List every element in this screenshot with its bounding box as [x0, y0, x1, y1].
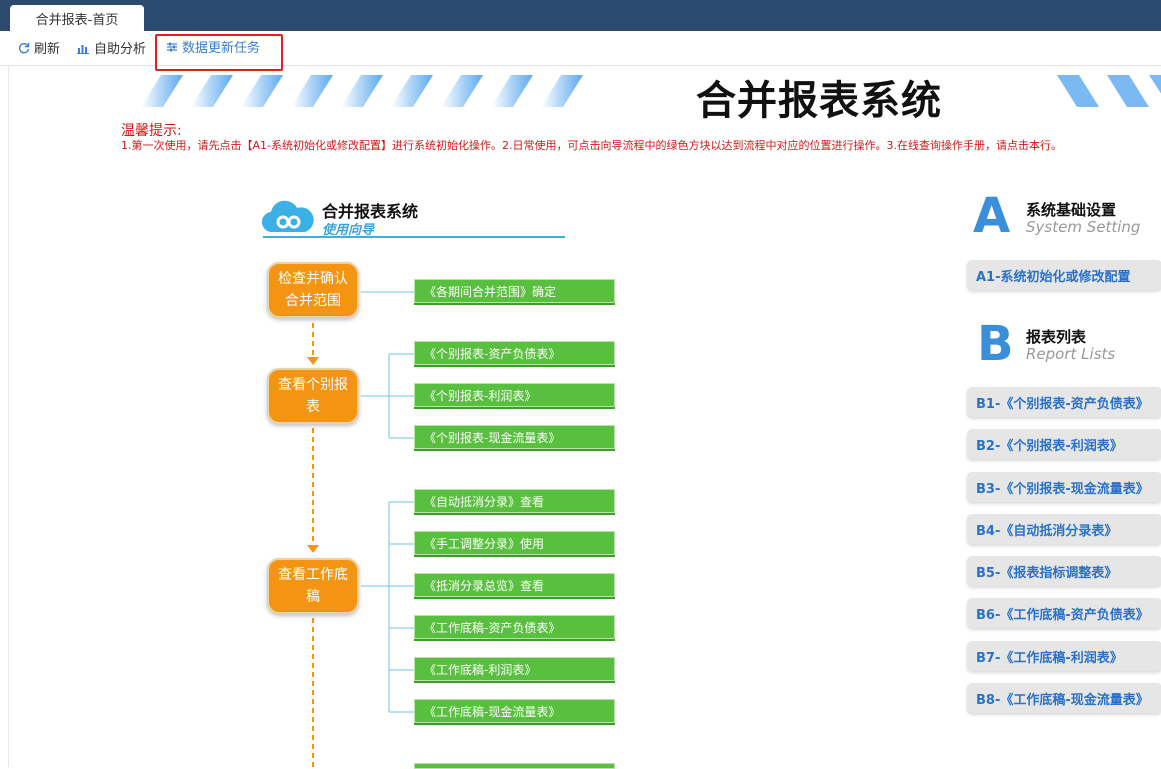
green-item-partial[interactable]: [414, 763, 615, 769]
green-item-individual-balance[interactable]: 《个别报表-资产负债表》: [414, 341, 615, 367]
green-item-label: 《个别报表-资产负债表》: [424, 346, 561, 361]
page-title: 合并报表系统: [696, 78, 942, 124]
green-item-scope[interactable]: 《各期间合并范围》确定: [414, 279, 615, 305]
top-bar: 合并报表-首页: [0, 0, 1161, 32]
section-a-letter: A: [973, 188, 1011, 244]
green-item-auto-elimination[interactable]: 《自动抵消分录》查看: [414, 489, 615, 515]
green-item-manual-adjustment[interactable]: 《手工调整分录》使用: [414, 531, 615, 557]
section-b-title: 报表列表: [1026, 328, 1087, 346]
green-item-label: 《抵消分录总览》查看: [424, 578, 545, 593]
green-item-label: 《各期间合并范围》确定: [424, 284, 557, 299]
green-item-label: 《个别报表-利润表》: [424, 388, 537, 403]
step-label: 查看个别报表: [278, 377, 348, 415]
self-analysis-button[interactable]: 自助分析: [77, 31, 146, 64]
link-label: B4-《自动抵消分录表》: [976, 523, 1118, 539]
link-b2[interactable]: B2-《个别报表-利润表》: [967, 429, 1161, 459]
link-label: B3-《个别报表-现金流量表》: [976, 481, 1149, 497]
tab-home[interactable]: 合并报表-首页: [10, 5, 144, 32]
refresh-icon: [18, 42, 30, 53]
link-label: B8-《工作底稿-现金流量表》: [976, 692, 1149, 708]
link-a1-init-config[interactable]: A1-系统初始化或修改配置: [967, 260, 1161, 290]
link-label: A1-系统初始化或修改配置: [976, 269, 1131, 285]
link-label: B7-《工作底稿-利润表》: [976, 650, 1123, 666]
section-b-letter: B: [977, 316, 1014, 372]
main-content: 合并报表系统 温馨提示: 1.第一次使用，请先点击【A1-系统初始化或修改配置】…: [8, 66, 1161, 769]
link-b3[interactable]: B3-《个别报表-现金流量表》: [967, 472, 1161, 502]
green-item-individual-profit[interactable]: 《个别报表-利润表》: [414, 383, 615, 409]
step-view-worksheet[interactable]: 查看工作底稿: [267, 558, 359, 614]
refresh-button[interactable]: 刷新: [18, 31, 60, 64]
link-b6[interactable]: B6-《工作底稿-资产负债表》: [967, 598, 1161, 628]
green-item-label: 《手工调整分录》使用: [424, 536, 545, 551]
tab-label: 合并报表-首页: [35, 13, 119, 28]
refresh-label: 刷新: [34, 42, 61, 57]
green-item-individual-cashflow[interactable]: 《个别报表-现金流量表》: [414, 425, 615, 451]
decorative-stripes-right: [1057, 75, 1161, 107]
section-a-title: 系统基础设置: [1026, 201, 1117, 219]
link-b8[interactable]: B8-《工作底稿-现金流量表》: [967, 683, 1161, 713]
section-b-subtitle: Report Lists: [1026, 345, 1116, 363]
green-item-label: 《工作底稿-现金流量表》: [424, 704, 561, 719]
step-label: 检查并确认合并范围: [278, 271, 348, 309]
green-item-worksheet-cashflow[interactable]: 《工作底稿-现金流量表》: [414, 699, 615, 725]
link-b5[interactable]: B5-《报表指标调整表》: [967, 556, 1161, 586]
step-check-scope[interactable]: 检查并确认合并范围: [267, 262, 359, 318]
bar-chart-icon: [77, 44, 89, 54]
green-item-label: 《自动抵消分录》查看: [424, 494, 545, 509]
link-label: B1-《个别报表-资产负债表》: [976, 396, 1149, 412]
green-item-label: 《工作底稿-资产负债表》: [424, 620, 561, 635]
green-item-label: 《个别报表-现金流量表》: [424, 430, 561, 445]
link-b4[interactable]: B4-《自动抵消分录表》: [967, 514, 1161, 544]
green-item-label: 《工作底稿-利润表》: [424, 662, 537, 677]
step-label: 查看工作底稿: [278, 567, 348, 605]
link-label: B5-《报表指标调整表》: [976, 565, 1118, 581]
step-view-individual-reports[interactable]: 查看个别报表: [267, 368, 359, 424]
link-label: B6-《工作底稿-资产负债表》: [976, 607, 1149, 623]
self-analysis-label: 自助分析: [94, 42, 147, 57]
green-item-worksheet-profit[interactable]: 《工作底稿-利润表》: [414, 657, 615, 683]
section-a-subtitle: System Setting: [1026, 218, 1141, 236]
green-item-worksheet-balance[interactable]: 《工作底稿-资产负债表》: [414, 615, 615, 641]
link-b7[interactable]: B7-《工作底稿-利润表》: [967, 641, 1161, 671]
link-label: B2-《个别报表-利润表》: [976, 438, 1123, 454]
link-b1[interactable]: B1-《个别报表-资产负债表》: [967, 387, 1161, 417]
green-item-elimination-overview[interactable]: 《抵消分录总览》查看: [414, 573, 615, 599]
